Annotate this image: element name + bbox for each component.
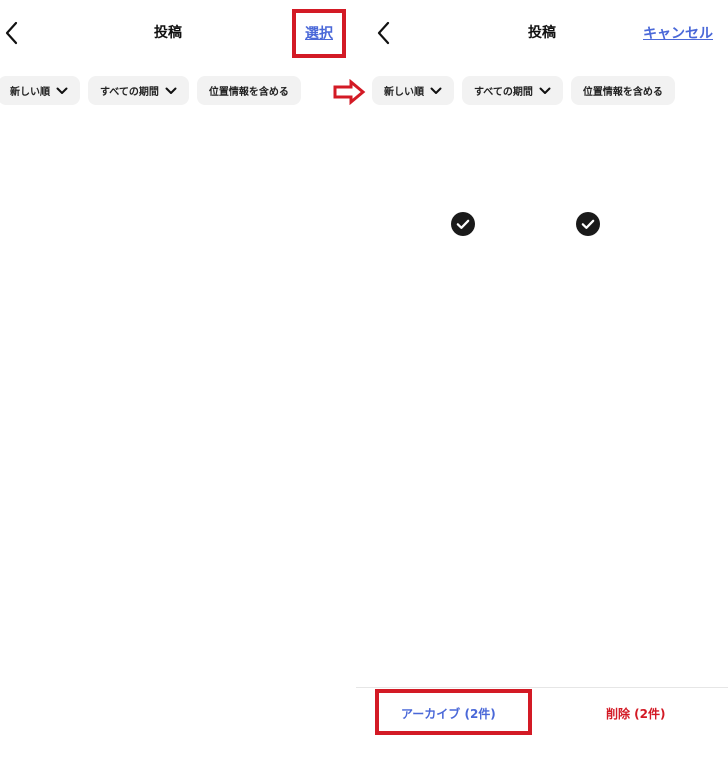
archive-button[interactable]: アーカイブ (2件) — [401, 705, 496, 722]
chevron-down-icon — [56, 87, 68, 94]
location-filter-label: 位置情報を含める — [208, 87, 289, 98]
check-circle-icon[interactable] — [576, 212, 600, 236]
back-chevron-icon[interactable] — [374, 20, 394, 46]
screen-before: 投稿 選択 新しい順 すべての期間 位置情報を含める — [0, 0, 356, 759]
sort-filter-label: 新しい順 — [384, 87, 424, 98]
bottom-bar-divider — [356, 687, 728, 688]
check-circle-icon[interactable] — [451, 212, 475, 236]
location-filter-label: 位置情報を含める — [582, 87, 663, 98]
select-button[interactable]: 選択 — [305, 23, 333, 43]
cancel-button[interactable]: キャンセル — [643, 23, 713, 43]
filter-bar: 新しい順 すべての期間 位置情報を含める — [0, 76, 301, 105]
screen-after: 投稿 キャンセル 新しい順 すべての期間 位置情報を含める アーカイブ (2件)… — [356, 0, 728, 759]
period-filter-label: すべての期間 — [474, 87, 533, 98]
delete-button[interactable]: 削除 (2件) — [606, 705, 666, 722]
location-filter-chip[interactable]: 位置情報を含める — [196, 76, 301, 105]
chevron-down-icon — [430, 87, 442, 94]
back-chevron-icon[interactable] — [2, 20, 22, 46]
sort-filter-chip[interactable]: 新しい順 — [372, 76, 454, 105]
location-filter-chip[interactable]: 位置情報を含める — [570, 76, 675, 105]
page-title: 投稿 — [154, 25, 182, 41]
sort-filter-chip[interactable]: 新しい順 — [0, 76, 80, 105]
filter-bar: 新しい順 すべての期間 位置情報を含める — [372, 76, 675, 105]
page-title: 投稿 — [528, 25, 556, 41]
period-filter-chip[interactable]: すべての期間 — [462, 76, 563, 105]
period-filter-chip[interactable]: すべての期間 — [88, 76, 189, 105]
sort-filter-label: 新しい順 — [10, 87, 50, 98]
period-filter-label: すべての期間 — [100, 87, 159, 98]
chevron-down-icon — [539, 87, 551, 94]
chevron-down-icon — [165, 87, 177, 94]
right-arrow-icon — [333, 79, 366, 105]
